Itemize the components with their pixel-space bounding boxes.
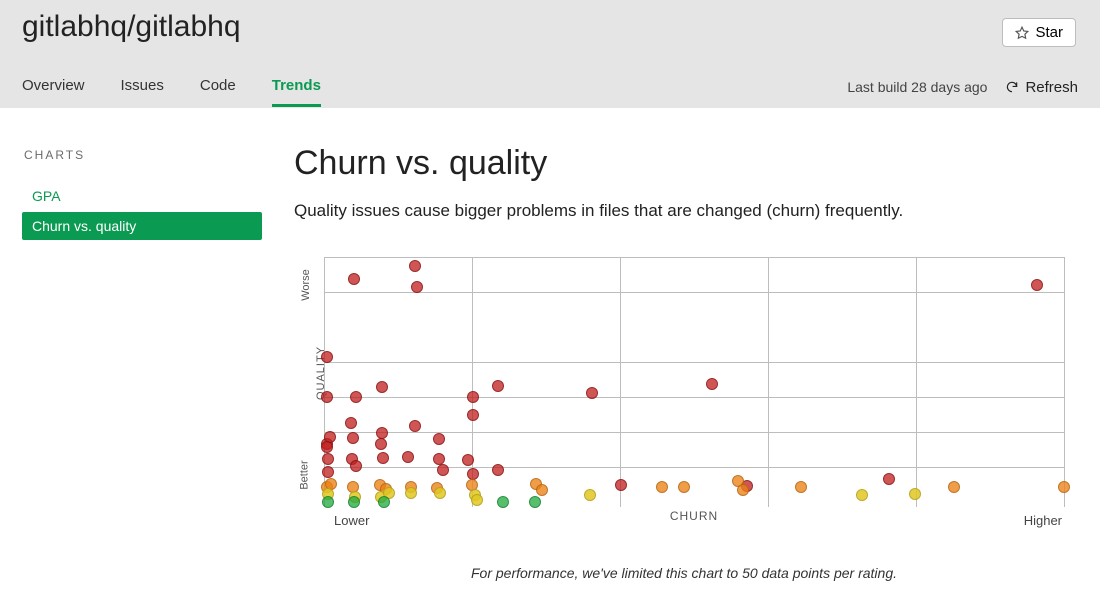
x-axis-label: CHURN bbox=[670, 509, 718, 523]
data-point[interactable] bbox=[737, 484, 749, 496]
data-point[interactable] bbox=[584, 489, 596, 501]
data-point[interactable] bbox=[492, 380, 504, 392]
main-tabs: Overview Issues Code Trends Last build 28 d… bbox=[22, 66, 1078, 108]
data-point[interactable] bbox=[321, 441, 333, 453]
page-header: gitlabhq/gitlabhq Star Overview Issues Cod… bbox=[0, 0, 1100, 108]
x-axis-high-hint: Higher bbox=[1024, 513, 1062, 528]
data-point[interactable] bbox=[856, 489, 868, 501]
data-point[interactable] bbox=[350, 460, 362, 472]
data-point[interactable] bbox=[411, 281, 423, 293]
data-point[interactable] bbox=[348, 273, 360, 285]
data-point[interactable] bbox=[375, 438, 387, 450]
refresh-label: Refresh bbox=[1025, 79, 1078, 96]
tab-trends[interactable]: Trends bbox=[272, 67, 321, 107]
churn-quality-chart: Worse QUALITY Better Lower CHURN Higher bbox=[304, 257, 1064, 527]
data-point[interactable] bbox=[883, 473, 895, 485]
data-point[interactable] bbox=[706, 378, 718, 390]
data-point[interactable] bbox=[467, 409, 479, 421]
y-axis-high-hint: Worse bbox=[300, 269, 312, 301]
data-point[interactable] bbox=[347, 432, 359, 444]
data-point[interactable] bbox=[322, 466, 334, 478]
data-point[interactable] bbox=[586, 387, 598, 399]
data-point[interactable] bbox=[376, 381, 388, 393]
sidebar: CHARTS GPAChurn vs. quality bbox=[0, 108, 262, 581]
data-point[interactable] bbox=[405, 487, 417, 499]
data-point[interactable] bbox=[322, 453, 334, 465]
repo-title[interactable]: gitlabhq/gitlabhq bbox=[22, 10, 1078, 44]
data-point[interactable] bbox=[795, 481, 807, 493]
data-point[interactable] bbox=[409, 260, 421, 272]
data-point[interactable] bbox=[471, 494, 483, 506]
data-point[interactable] bbox=[437, 464, 449, 476]
data-point[interactable] bbox=[678, 481, 690, 493]
x-axis-low-hint: Lower bbox=[334, 513, 369, 528]
build-status: Last build 28 days ago bbox=[847, 79, 987, 95]
refresh-icon bbox=[1005, 80, 1019, 94]
data-point[interactable] bbox=[462, 454, 474, 466]
points-layer bbox=[324, 257, 1064, 507]
data-point[interactable] bbox=[434, 487, 446, 499]
sidebar-item-churn-vs-quality[interactable]: Churn vs. quality bbox=[22, 212, 262, 240]
y-axis-labels: Worse QUALITY Better bbox=[296, 257, 324, 527]
data-point[interactable] bbox=[1031, 279, 1043, 291]
star-icon bbox=[1015, 26, 1029, 40]
data-point[interactable] bbox=[433, 433, 445, 445]
tab-issues[interactable]: Issues bbox=[121, 67, 164, 107]
star-button-label: Star bbox=[1035, 24, 1063, 41]
data-point[interactable] bbox=[345, 417, 357, 429]
x-axis-labels: Lower CHURN Higher bbox=[324, 507, 1064, 529]
data-point[interactable] bbox=[909, 488, 921, 500]
data-point[interactable] bbox=[656, 481, 668, 493]
sidebar-item-gpa[interactable]: GPA bbox=[22, 182, 262, 210]
chart-footnote: For performance, we've limited this char… bbox=[304, 565, 1064, 581]
star-button[interactable]: Star bbox=[1002, 18, 1076, 47]
y-axis-low-hint: Better bbox=[299, 460, 311, 489]
data-point[interactable] bbox=[1058, 481, 1070, 493]
data-point[interactable] bbox=[377, 452, 389, 464]
sidebar-heading: CHARTS bbox=[22, 148, 262, 162]
data-point[interactable] bbox=[615, 479, 627, 491]
data-point[interactable] bbox=[402, 451, 414, 463]
data-point[interactable] bbox=[948, 481, 960, 493]
data-point[interactable] bbox=[467, 391, 479, 403]
page-subtitle: Quality issues cause bigger problems in … bbox=[294, 201, 1064, 221]
data-point[interactable] bbox=[409, 420, 421, 432]
plot-area bbox=[324, 257, 1064, 507]
tab-code[interactable]: Code bbox=[200, 67, 236, 107]
data-point[interactable] bbox=[492, 464, 504, 476]
main-content: Churn vs. quality Quality issues cause b… bbox=[262, 108, 1100, 581]
data-point[interactable] bbox=[321, 351, 333, 363]
data-point[interactable] bbox=[350, 391, 362, 403]
page-title: Churn vs. quality bbox=[294, 144, 1064, 183]
refresh-button[interactable]: Refresh bbox=[1005, 79, 1078, 96]
data-point[interactable] bbox=[321, 391, 333, 403]
data-point[interactable] bbox=[536, 484, 548, 496]
tab-overview[interactable]: Overview bbox=[22, 67, 85, 107]
